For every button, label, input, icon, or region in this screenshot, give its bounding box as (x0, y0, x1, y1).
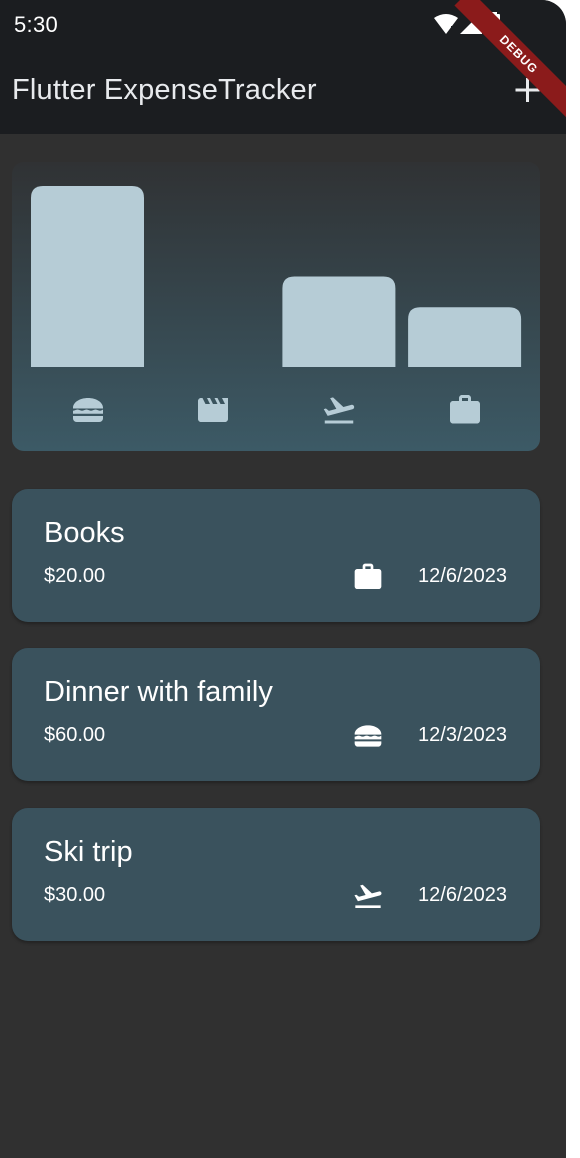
expense-amount: $30.00 (44, 884, 106, 906)
expense-title: Books (44, 517, 125, 549)
expense-card[interactable]: Books $20.00 12/6/2023 (12, 489, 540, 622)
app-bar: Flutter ExpenseTracker (0, 52, 566, 134)
expense-date: 12/6/2023 (418, 565, 507, 587)
chart-bar-work (408, 307, 522, 367)
expense-title: Dinner with family (44, 676, 273, 708)
burger-icon (70, 392, 106, 433)
app-screen: 5:30 Flutter ExpenseTracker DEBUG Books … (0, 0, 566, 1158)
expense-date: 12/6/2023 (418, 884, 507, 906)
app-title: Flutter ExpenseTracker (12, 74, 317, 106)
expense-title: Ski trip (44, 836, 133, 868)
chart-bar-travel (282, 276, 396, 367)
flight-takeoff-icon (321, 392, 357, 433)
movie-icon (195, 392, 231, 433)
expense-amount: $20.00 (44, 565, 106, 587)
burger-icon (352, 720, 384, 757)
expense-date: 12/3/2023 (418, 724, 507, 746)
expense-card[interactable]: Ski trip $30.00 12/6/2023 (12, 808, 540, 941)
flight-takeoff-icon (352, 880, 384, 917)
expense-amount: $60.00 (44, 724, 106, 746)
briefcase-icon (447, 392, 483, 433)
expense-card[interactable]: Dinner with family $60.00 12/3/2023 (12, 648, 540, 781)
chart-bar-food (31, 186, 144, 367)
status-time: 5:30 (14, 12, 59, 37)
wifi-icon (434, 14, 458, 34)
briefcase-icon (352, 561, 384, 598)
